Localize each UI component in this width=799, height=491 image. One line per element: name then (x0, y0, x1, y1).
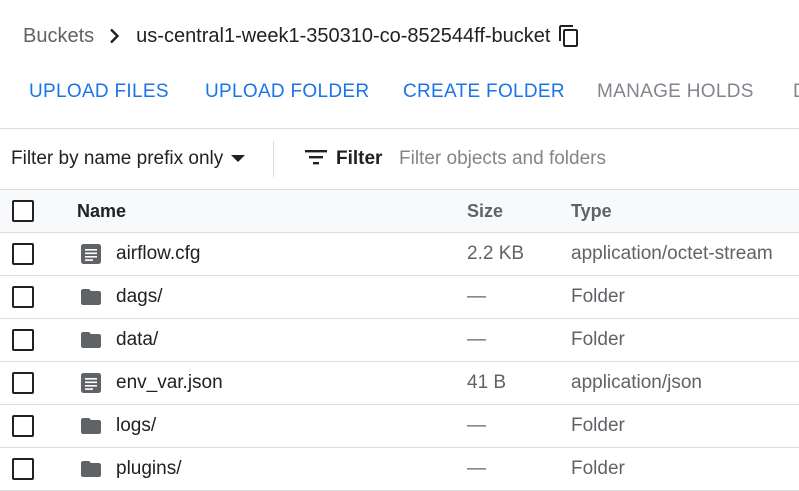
folder-icon (81, 418, 101, 434)
object-name[interactable]: dags/ (116, 276, 162, 318)
object-name[interactable]: airflow.cfg (116, 233, 200, 275)
copy-icon[interactable] (556, 23, 582, 49)
object-name[interactable]: env_var.json (116, 362, 223, 404)
object-size: 41 B (467, 372, 507, 393)
create-folder-button[interactable]: CREATE FOLDER (403, 72, 565, 112)
table-header: Name Size Type (0, 190, 799, 233)
row-checkbox[interactable] (12, 329, 34, 351)
table-row[interactable]: airflow.cfg 2.2 KB application/octet-str… (0, 233, 799, 276)
table-row[interactable]: logs/ — Folder (0, 405, 799, 448)
manage-holds-button[interactable]: MANAGE HOLDS (597, 72, 754, 112)
object-type: application/octet-stream (571, 243, 773, 264)
object-type: Folder (571, 415, 625, 436)
column-header-size[interactable]: Size (467, 190, 503, 232)
filter-prefix-label: Filter by name prefix only (11, 148, 224, 169)
object-name[interactable]: plugins/ (116, 448, 182, 490)
chevron-right-icon (102, 24, 126, 48)
filter-button[interactable]: Filter (304, 129, 382, 189)
table-row[interactable]: env_var.json 41 B application/json (0, 362, 799, 405)
object-size: 2.2 KB (467, 243, 525, 264)
object-type: Folder (571, 286, 625, 307)
object-size: — (467, 458, 486, 479)
row-checkbox[interactable] (12, 458, 34, 480)
row-checkbox[interactable] (12, 372, 34, 394)
column-header-type[interactable]: Type (571, 190, 612, 232)
row-checkbox[interactable] (12, 286, 34, 308)
object-type: Folder (571, 329, 625, 350)
bucket-name: us-central1-week1-350310-co-852544ff-buc… (136, 24, 551, 47)
filter-bar: Filter by name prefix only Filter (0, 129, 799, 189)
object-name[interactable]: data/ (116, 319, 158, 361)
objects-table: Name Size Type airflow.cfg 2.2 KB applic… (0, 190, 799, 491)
folder-icon (81, 332, 101, 348)
file-icon (81, 244, 101, 264)
filter-prefix-dropdown[interactable]: Filter by name prefix only (11, 129, 247, 189)
caret-down-icon (229, 150, 247, 168)
select-all-checkbox[interactable] (12, 200, 34, 222)
object-size: — (467, 286, 486, 307)
object-type: application/json (571, 372, 702, 393)
bucket-details-page: Buckets us-central1-week1-350310-co-8525… (0, 0, 799, 491)
folder-icon (81, 461, 101, 477)
upload-files-button[interactable]: UPLOAD FILES (29, 72, 169, 112)
breadcrumb: Buckets us-central1-week1-350310-co-8525… (23, 20, 582, 52)
filter-lines-icon (304, 145, 328, 174)
upload-folder-button[interactable]: UPLOAD FOLDER (205, 72, 369, 112)
object-size: — (467, 415, 486, 436)
column-header-name[interactable]: Name (77, 190, 126, 232)
delete-button[interactable]: D (793, 72, 799, 112)
filter-button-label: Filter (336, 148, 383, 169)
table-row[interactable]: plugins/ — Folder (0, 448, 799, 491)
object-type: Folder (571, 458, 625, 479)
table-row[interactable]: data/ — Folder (0, 319, 799, 362)
filter-separator (273, 141, 274, 177)
filter-objects-input[interactable] (399, 143, 789, 175)
object-name[interactable]: logs/ (116, 405, 156, 447)
object-size: — (467, 329, 486, 350)
file-icon (81, 373, 101, 393)
row-checkbox[interactable] (12, 243, 34, 265)
table-row[interactable]: dags/ — Folder (0, 276, 799, 319)
folder-icon (81, 289, 101, 305)
breadcrumb-buckets-link[interactable]: Buckets (23, 25, 94, 48)
row-checkbox[interactable] (12, 415, 34, 437)
action-toolbar: UPLOAD FILES UPLOAD FOLDER CREATE FOLDER… (0, 72, 799, 112)
